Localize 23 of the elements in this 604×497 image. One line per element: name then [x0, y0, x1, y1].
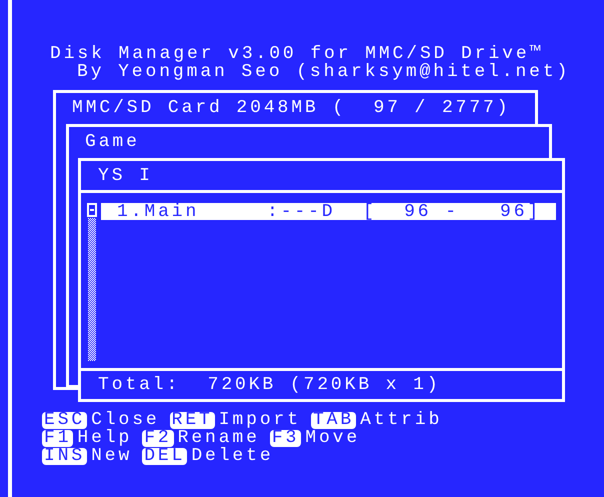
window-title: MMC/SD Card 2048MB ( 97 / 2777) — [72, 98, 510, 116]
file-row[interactable]: 1.Main :---D [ 96 - 96] — [101, 203, 556, 220]
key-label: F1 — [42, 430, 74, 446]
key-action: New — [91, 447, 132, 465]
key-action: Close — [91, 411, 160, 429]
key-label: INS — [42, 448, 88, 464]
key-action: Delete — [191, 447, 274, 465]
key-label: F2 — [142, 430, 174, 446]
key-label: F3 — [270, 430, 302, 446]
key-action: Move — [305, 429, 360, 447]
key-label: TAB — [310, 412, 356, 428]
app-title: Disk Manager v3.00 for MMC/SD Drive™ — [50, 45, 544, 63]
window-title: Game — [85, 132, 140, 150]
total-size: Total: 720KB (720KB x 1) — [98, 376, 441, 394]
key-label: ESC — [42, 412, 88, 428]
key-action: Attrib — [360, 411, 442, 429]
key-action: Rename — [178, 429, 260, 447]
key-label: DEL — [142, 448, 188, 464]
key-action: Import — [218, 411, 301, 429]
key-label: RET — [170, 412, 215, 428]
key-action: Help — [77, 429, 132, 447]
window-title: YS I — [98, 166, 153, 184]
author-line: By Yeongman Seo (sharksym@hitel.net) — [76, 63, 570, 81]
